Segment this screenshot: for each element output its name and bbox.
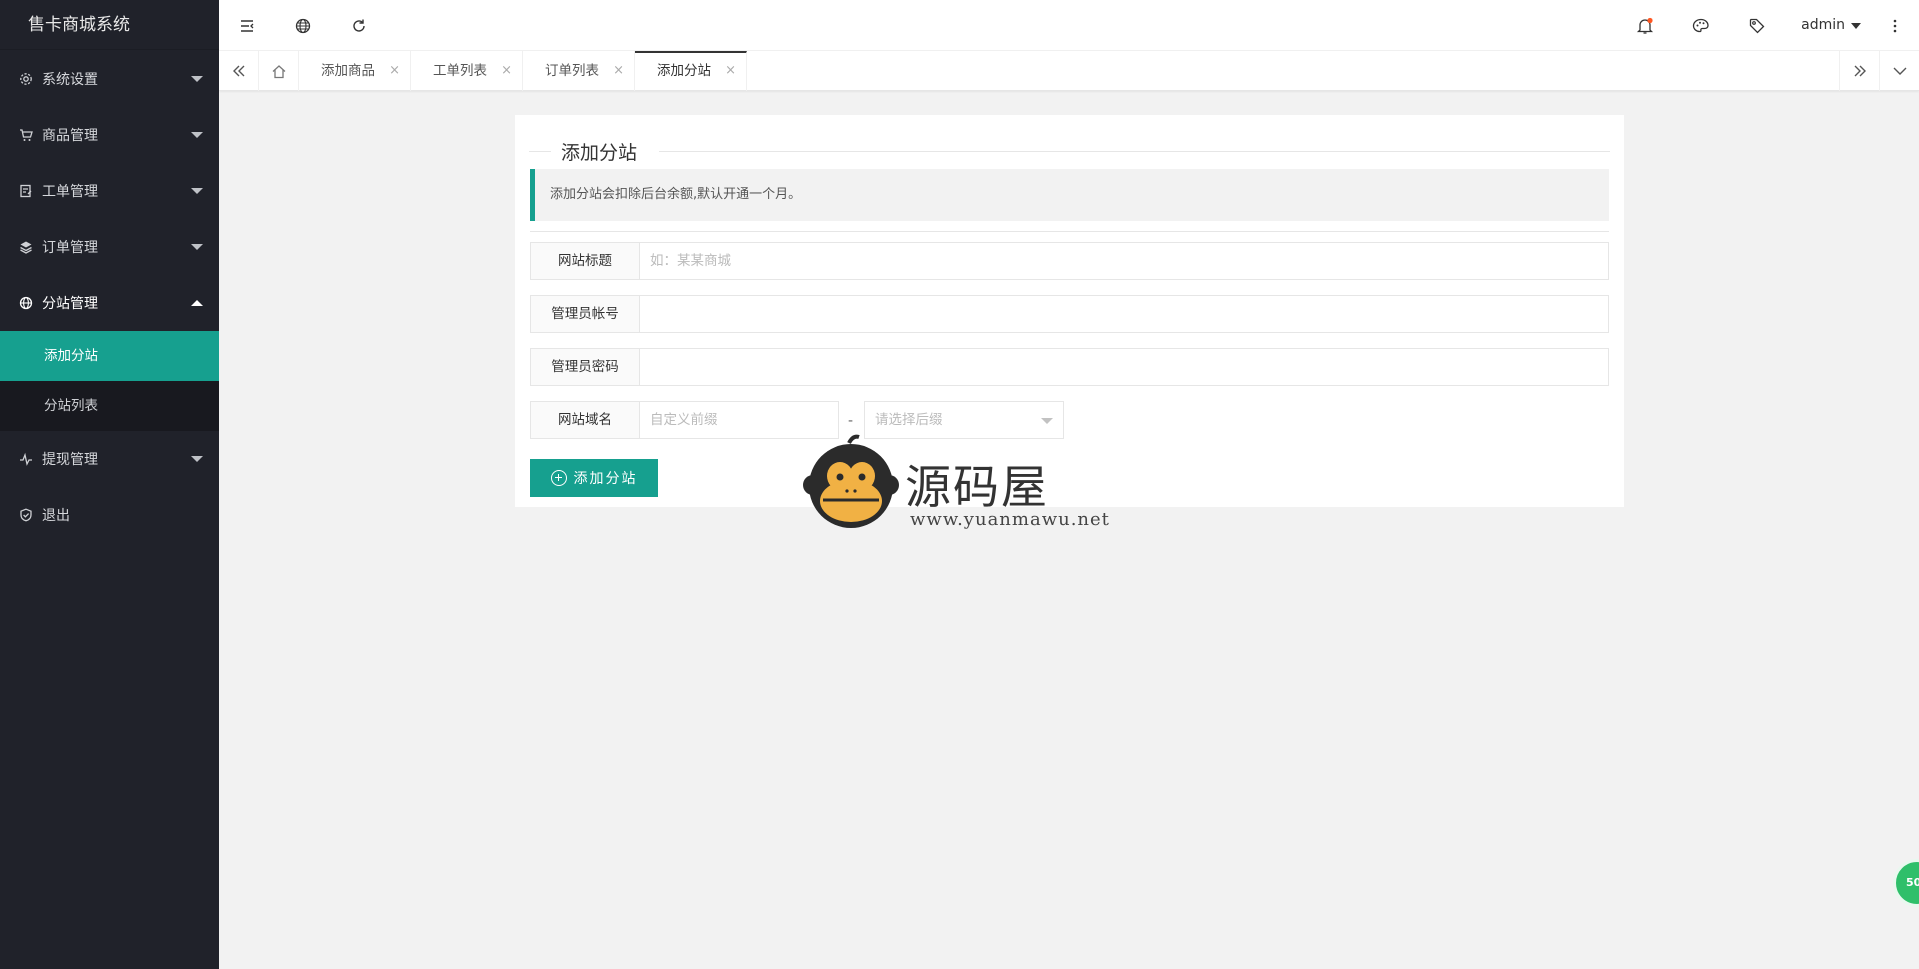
sidebar-item-label: 提现管理 <box>42 452 98 468</box>
sidebar-item-orders[interactable]: 订单管理 <box>0 219 219 275</box>
bell-icon[interactable] <box>1617 0 1673 51</box>
sidebar-item-label: 订单管理 <box>42 240 98 256</box>
top-header: admin <box>219 0 1919 51</box>
tab-ticket-list[interactable]: 工单列表 × <box>411 51 523 91</box>
tab-add-goods[interactable]: 添加商品 × <box>299 51 411 91</box>
watermark-en-text: www.yuanmawu.net <box>910 509 1110 530</box>
close-icon[interactable]: × <box>613 51 624 91</box>
globe-icon[interactable] <box>275 0 331 51</box>
chevron-down-icon <box>191 132 203 138</box>
chevron-down-icon <box>191 76 203 82</box>
info-note: 添加分站会扣除后台余额,默认开通一个月。 <box>530 169 1609 221</box>
tab-order-list[interactable]: 订单列表 × <box>523 51 635 91</box>
monkey-logo-icon <box>803 434 899 528</box>
form-legend: 添加分站 <box>529 129 1610 164</box>
sidebar-item-label: 系统设置 <box>42 72 98 88</box>
tab-add-substation[interactable]: 添加分站 × <box>635 51 747 91</box>
sidebar-item-withdraw[interactable]: 提现管理 <box>0 431 219 487</box>
tag-icon[interactable] <box>1729 0 1785 51</box>
form-row-site-title: 网站标题 <box>530 242 1609 280</box>
sidebar: 售卡商城系统 系统设置 商品管理 工单管理 订单管理 分站管理 添加分站 分站列… <box>0 0 219 969</box>
sidebar-item-tickets[interactable]: 工单管理 <box>0 163 219 219</box>
form-row-admin-account: 管理员帐号 <box>530 295 1609 333</box>
chevron-down-icon <box>1041 418 1053 424</box>
add-circle-icon <box>550 470 567 486</box>
user-menu[interactable]: admin <box>1801 0 1861 51</box>
shield-icon <box>18 507 34 523</box>
chevron-down-icon <box>191 188 203 194</box>
form-row-admin-password: 管理员密码 <box>530 348 1609 386</box>
username: admin <box>1801 17 1845 33</box>
close-icon[interactable]: × <box>501 51 512 91</box>
layers-icon <box>18 239 34 255</box>
ticket-icon <box>18 183 34 199</box>
add-substation-button[interactable]: 添加分站 <box>530 459 658 497</box>
site-title-input[interactable] <box>639 242 1609 280</box>
more-icon[interactable] <box>1871 0 1919 51</box>
close-icon[interactable]: × <box>389 51 400 91</box>
admin-account-input[interactable] <box>639 295 1609 333</box>
globe-icon <box>18 295 34 311</box>
admin-password-input[interactable] <box>639 348 1609 386</box>
pulse-icon <box>18 451 34 467</box>
chevron-up-icon <box>191 300 203 306</box>
admin-password-label: 管理员密码 <box>530 348 640 386</box>
menu-toggle-icon[interactable] <box>219 0 275 51</box>
caret-down-icon <box>1851 23 1861 29</box>
divider <box>530 231 1609 232</box>
home-icon[interactable] <box>259 51 299 91</box>
sidebar-item-add-substation[interactable]: 添加分站 <box>0 331 219 381</box>
sidebar-item-label: 商品管理 <box>42 128 98 144</box>
watermark-logo: 源码屋 www.yuanmawu.net <box>803 431 1123 541</box>
watermark-cn-text: 源码屋 <box>905 460 1049 514</box>
sidebar-item-label: 分站管理 <box>42 296 98 312</box>
submenu-substations: 添加分站 分站列表 <box>0 331 219 431</box>
tabs-menu-chevron-down-icon[interactable] <box>1879 51 1919 91</box>
admin-account-label: 管理员帐号 <box>530 295 640 333</box>
site-title-label: 网站标题 <box>530 242 640 280</box>
sidebar-item-logout[interactable]: 退出 <box>0 487 219 543</box>
tabs-scroll-right-icon[interactable] <box>1839 51 1879 91</box>
sidebar-item-label: 退出 <box>42 508 70 524</box>
sidebar-item-substations[interactable]: 分站管理 <box>0 275 219 331</box>
floating-badge[interactable]: 50 <box>1893 859 1919 907</box>
refresh-icon[interactable] <box>331 0 387 51</box>
domain-label: 网站域名 <box>530 401 640 439</box>
tabs-bar: 添加商品 × 工单列表 × 订单列表 × 添加分站 × <box>219 51 1919 91</box>
form-title: 添加分站 <box>561 142 638 164</box>
palette-icon[interactable] <box>1673 0 1729 51</box>
cart-icon <box>18 127 34 143</box>
sidebar-item-system-settings[interactable]: 系统设置 <box>0 51 219 107</box>
tabs-scroll-left-icon[interactable] <box>219 51 259 91</box>
close-icon[interactable]: × <box>725 53 736 89</box>
chevron-down-icon <box>191 244 203 250</box>
sidebar-item-goods[interactable]: 商品管理 <box>0 107 219 163</box>
sidebar-item-label: 工单管理 <box>42 184 98 200</box>
chevron-down-icon <box>191 456 203 462</box>
app-logo-title[interactable]: 售卡商城系统 <box>0 0 219 50</box>
sidebar-item-substation-list[interactable]: 分站列表 <box>0 381 219 431</box>
gear-icon <box>18 71 34 87</box>
